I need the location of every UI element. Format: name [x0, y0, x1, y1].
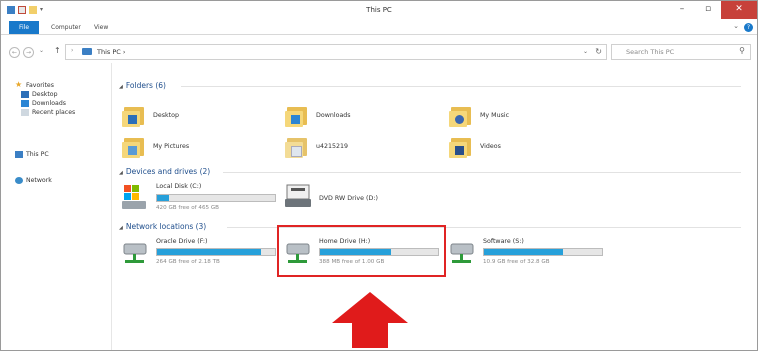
folder-videos[interactable]: Videos — [449, 134, 501, 158]
folder-desktop[interactable]: Desktop — [122, 103, 179, 127]
folder-user[interactable]: u4215219 — [285, 134, 348, 158]
nav-label: Favorites — [26, 81, 54, 89]
folder-label: Desktop — [153, 111, 179, 119]
section-divider — [181, 86, 741, 87]
tab-computer[interactable]: Computer — [51, 21, 81, 34]
red-arrow-icon — [332, 292, 408, 348]
section-folders-header[interactable]: ◢ Folders (6) — [119, 81, 166, 90]
pane-divider[interactable] — [111, 63, 112, 350]
close-button[interactable]: ✕ — [721, 1, 757, 19]
nav-network[interactable]: Network — [15, 177, 52, 184]
network-drive-icon — [450, 243, 474, 263]
title-bar: ▾ This PC – ▫ ✕ — [1, 1, 757, 21]
usage-bar — [156, 194, 276, 202]
forward-button[interactable]: → — [23, 47, 34, 58]
free-space-text: 264 GB free of 2.18 TB — [156, 259, 220, 265]
recent-places-icon — [21, 109, 29, 116]
downloads-icon — [21, 100, 29, 107]
refresh-icon[interactable]: ↻ — [595, 47, 602, 56]
drive-label: Local Disk (C:) — [156, 183, 202, 190]
folder-icon — [449, 134, 471, 158]
network-icon — [15, 177, 23, 184]
back-button[interactable]: ← — [9, 47, 20, 58]
folder-label: Downloads — [316, 111, 351, 119]
folder-label: My Pictures — [153, 142, 190, 150]
drive-local-disk[interactable]: Local Disk (C:) 420 GB free of 465 GB — [122, 181, 282, 215]
usage-bar — [156, 248, 276, 256]
maximize-button[interactable]: ▫ — [695, 1, 721, 19]
free-space-text: 10.9 GB free of 32.8 GB — [483, 259, 550, 265]
nav-desktop[interactable]: Desktop — [21, 91, 58, 98]
chevron-right-icon: › — [71, 47, 74, 54]
address-path: This PC › — [97, 48, 126, 56]
pc-icon — [82, 48, 92, 55]
dvd-drive-icon — [285, 184, 311, 207]
nav-label: Recent places — [32, 109, 76, 116]
section-devices-header[interactable]: ◢ Devices and drives (2) — [119, 167, 210, 176]
help-icon[interactable]: ? — [744, 23, 753, 32]
folder-icon — [285, 134, 307, 158]
drive-oracle[interactable]: Oracle Drive (F:) 264 GB free of 2.18 TB — [122, 236, 282, 270]
collapse-icon: ◢ — [119, 84, 123, 90]
nav-downloads[interactable]: Downloads — [21, 100, 66, 107]
drive-label: DVD RW Drive (D:) — [319, 195, 378, 202]
collapse-icon: ◢ — [119, 225, 123, 231]
folder-label: My Music — [480, 111, 510, 119]
network-drive-icon — [123, 243, 147, 263]
nav-label: This PC — [26, 151, 49, 158]
chevron-down-icon[interactable]: ⌄ — [733, 22, 739, 30]
address-row: ← → ⌄ ↑ › This PC › ⌄ ↻ Search This PC ⚲ — [1, 41, 757, 63]
folder-downloads[interactable]: Downloads — [285, 103, 351, 127]
nav-favorites[interactable]: ★ Favorites — [15, 81, 54, 89]
minimize-button[interactable]: – — [669, 1, 695, 19]
pc-icon — [15, 151, 23, 158]
usage-fill — [157, 249, 261, 255]
collapse-icon: ◢ — [119, 170, 123, 176]
chevron-down-icon[interactable]: ⌄ — [583, 48, 588, 55]
nav-label: Network — [26, 177, 52, 184]
tab-file[interactable]: File — [9, 21, 39, 34]
folder-icon — [449, 103, 471, 127]
usage-fill — [157, 195, 169, 201]
recent-locations-icon[interactable]: ⌄ — [39, 47, 44, 54]
tab-view[interactable]: View — [94, 21, 108, 34]
drive-label: Software (S:) — [483, 238, 524, 245]
up-arrow-icon[interactable]: ↑ — [54, 46, 61, 55]
nav-this-pc[interactable]: This PC — [15, 151, 49, 158]
folder-my-music[interactable]: My Music — [449, 103, 509, 127]
star-icon: ★ — [15, 80, 23, 89]
drive-software[interactable]: Software (S:) 10.9 GB free of 32.8 GB — [449, 236, 609, 270]
nav-label: Downloads — [32, 100, 66, 107]
desktop-icon — [21, 91, 29, 98]
folder-label: u4215219 — [316, 142, 349, 150]
search-box[interactable]: Search This PC ⚲ — [611, 44, 751, 60]
section-divider — [223, 172, 741, 173]
search-placeholder: Search This PC — [626, 48, 675, 56]
explorer-window: ▾ This PC – ▫ ✕ File Computer View ⌄ ? ←… — [0, 0, 758, 351]
nav-label: Desktop — [32, 91, 58, 98]
ribbon-tabs: File Computer View ⌄ ? — [1, 21, 757, 35]
hard-drive-icon — [122, 185, 146, 209]
drive-dvd[interactable]: DVD RW Drive (D:) — [285, 183, 405, 213]
folder-icon — [122, 103, 144, 127]
window-title: This PC — [366, 6, 392, 14]
folder-icon — [285, 103, 307, 127]
highlight-box — [277, 225, 446, 277]
usage-fill — [484, 249, 564, 255]
free-space-text: 420 GB free of 465 GB — [156, 205, 220, 211]
folder-my-pictures[interactable]: My Pictures — [122, 134, 189, 158]
folder-label: Videos — [480, 142, 501, 150]
usage-bar — [483, 248, 603, 256]
section-network-header[interactable]: ◢ Network locations (3) — [119, 222, 206, 231]
address-bar[interactable]: › This PC › ⌄ ↻ — [65, 44, 607, 60]
folder-icon — [122, 134, 144, 158]
drive-label: Oracle Drive (F:) — [156, 238, 208, 245]
search-icon[interactable]: ⚲ — [739, 46, 745, 55]
nav-recent-places[interactable]: Recent places — [21, 109, 75, 116]
